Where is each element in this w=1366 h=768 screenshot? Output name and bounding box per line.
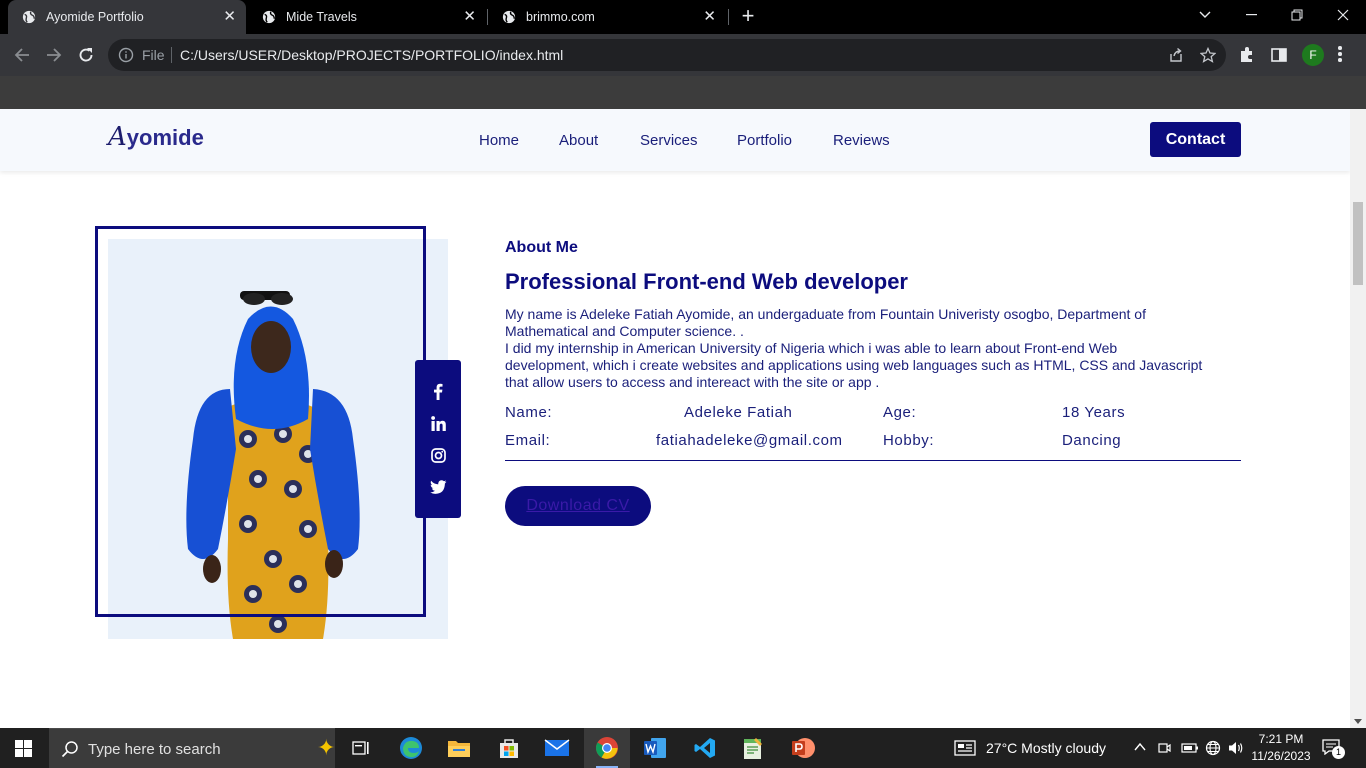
page-viewport: Ayomide Home About Services Portfolio Re… <box>0 109 1350 728</box>
scheme-label: File <box>142 47 165 63</box>
omnibox-divider <box>171 47 172 63</box>
show-hidden-icons-chevron-icon[interactable] <box>1134 742 1146 752</box>
reload-button[interactable] <box>74 43 98 67</box>
scroll-down-arrow-icon[interactable] <box>1354 719 1362 724</box>
tab-title: Mide Travels <box>286 10 357 24</box>
about-subtitle: About Me <box>505 239 578 256</box>
bookmark-star-icon[interactable] <box>1200 47 1216 63</box>
edge-browser-icon[interactable] <box>388 728 434 768</box>
nav-about[interactable]: About <box>559 132 598 149</box>
nav-portfolio[interactable]: Portfolio <box>737 132 792 149</box>
logo-initial: A <box>108 122 127 152</box>
info-label-age: Age: <box>883 404 917 421</box>
battery-icon[interactable] <box>1181 742 1199 754</box>
globe-icon <box>502 10 516 24</box>
close-tab-icon[interactable]: ✕ <box>463 9 476 24</box>
address-bar[interactable]: File C:/Users/USER/Desktop/PROJECTS/PORT… <box>108 39 1226 71</box>
globe-icon <box>22 10 36 24</box>
tab-title: Ayomide Portfolio <box>46 10 144 24</box>
tab-title: brimmo.com <box>526 10 595 24</box>
tab-brimmo[interactable]: brimmo.com ✕ <box>488 0 726 34</box>
notification-center-icon[interactable]: 1 <box>1322 739 1345 759</box>
chrome-taskbar-icon[interactable] <box>584 728 630 768</box>
file-explorer-icon[interactable] <box>436 728 482 768</box>
tab-ayomide-portfolio[interactable]: Ayomide Portfolio ✕ <box>8 0 246 34</box>
close-tab-icon[interactable]: ✕ <box>223 9 236 24</box>
profile-avatar[interactable]: F <box>1302 44 1324 66</box>
info-divider <box>505 460 1241 461</box>
page-scrollbar[interactable] <box>1350 109 1366 728</box>
tab-search-chevron-icon[interactable] <box>1182 0 1228 30</box>
tab-mide-travels[interactable]: Mide Travels ✕ <box>248 0 486 34</box>
back-button[interactable] <box>10 43 34 67</box>
notification-count-badge: 1 <box>1332 746 1345 759</box>
scrollbar-thumb[interactable] <box>1353 202 1363 285</box>
side-panel-icon[interactable] <box>1270 46 1288 64</box>
search-highlight-sparkle-icon[interactable]: ✦ <box>317 735 335 761</box>
social-links-bar <box>415 360 461 518</box>
url-text[interactable]: C:/Users/USER/Desktop/PROJECTS/PORTFOLIO… <box>180 47 563 63</box>
bookmarks-bar-area <box>0 76 1366 109</box>
system-clock[interactable]: 7:21 PM 11/26/2023 <box>1248 731 1314 765</box>
clock-date: 11/26/2023 <box>1251 749 1311 763</box>
about-paragraph: My name is Adeleke Fatiah Ayomide, an un… <box>505 306 1146 339</box>
about-paragraph: I did my internship in American Universi… <box>505 340 1203 390</box>
powerpoint-icon[interactable] <box>780 728 826 768</box>
linkedin-icon[interactable] <box>428 413 448 433</box>
word-icon[interactable] <box>632 728 678 768</box>
clock-time: 7:21 PM <box>1258 732 1304 746</box>
tab-divider <box>728 9 729 25</box>
info-value-email: fatiahadeleke@gmail.com <box>656 432 843 449</box>
instagram-icon[interactable] <box>428 445 448 465</box>
search-placeholder: Type here to search <box>88 741 221 758</box>
globe-icon <box>262 10 276 24</box>
forward-button[interactable] <box>42 43 66 67</box>
logo-text: yomide <box>126 125 204 150</box>
weather-text[interactable]: 27°C Mostly cloudy <box>986 740 1106 756</box>
task-view-icon[interactable] <box>338 728 384 768</box>
volume-icon[interactable] <box>1228 740 1246 756</box>
browser-menu-icon[interactable] <box>1338 46 1342 64</box>
site-logo[interactable]: Ayomide <box>108 122 204 152</box>
info-value-name: Adeleke Fatiah <box>684 404 793 421</box>
nav-reviews[interactable]: Reviews <box>833 132 890 149</box>
microsoft-store-icon[interactable] <box>486 728 532 768</box>
info-label-email: Email: <box>505 432 551 449</box>
close-window-button[interactable] <box>1320 0 1366 30</box>
new-tab-button[interactable]: + <box>738 5 758 27</box>
restore-button[interactable] <box>1274 0 1320 30</box>
contact-button[interactable]: Contact <box>1150 122 1241 157</box>
site-header: Ayomide Home About Services Portfolio Re… <box>0 109 1350 171</box>
windows-start-icon[interactable] <box>15 740 32 757</box>
twitter-icon[interactable] <box>428 477 448 497</box>
close-tab-icon[interactable]: ✕ <box>703 9 716 24</box>
mail-icon[interactable] <box>534 728 580 768</box>
meet-now-icon[interactable] <box>1157 740 1171 756</box>
nav-services[interactable]: Services <box>640 132 698 149</box>
facebook-icon[interactable] <box>428 381 448 401</box>
notepad-icon[interactable] <box>730 728 776 768</box>
about-title: Professional Front-end Web developer <box>505 269 908 294</box>
search-icon <box>61 741 78 758</box>
windows-taskbar: Type here to search ✦ 27°C Mostly cloudy… <box>0 728 1366 768</box>
taskbar-search-box[interactable]: Type here to search ✦ <box>49 728 335 768</box>
info-label-name: Name: <box>505 404 553 421</box>
photo-frame-border <box>95 226 426 617</box>
nav-home[interactable]: Home <box>479 132 519 149</box>
download-cv-button[interactable]: Download CV <box>505 486 651 526</box>
info-value-age: 18 Years <box>1062 404 1126 421</box>
share-icon[interactable] <box>1168 47 1184 63</box>
news-widget-icon[interactable] <box>954 740 976 756</box>
vscode-icon[interactable] <box>682 728 728 768</box>
browser-toolbar: File C:/Users/USER/Desktop/PROJECTS/PORT… <box>0 34 1366 76</box>
extensions-puzzle-icon[interactable] <box>1238 46 1256 64</box>
info-value-hobby: Dancing <box>1062 432 1122 449</box>
minimize-button[interactable] <box>1228 0 1274 30</box>
info-label-hobby: Hobby: <box>883 432 935 449</box>
info-icon[interactable] <box>118 47 134 63</box>
browser-tab-strip: Ayomide Portfolio ✕ Mide Travels ✕ brimm… <box>0 0 1366 34</box>
network-globe-icon[interactable] <box>1205 740 1221 756</box>
